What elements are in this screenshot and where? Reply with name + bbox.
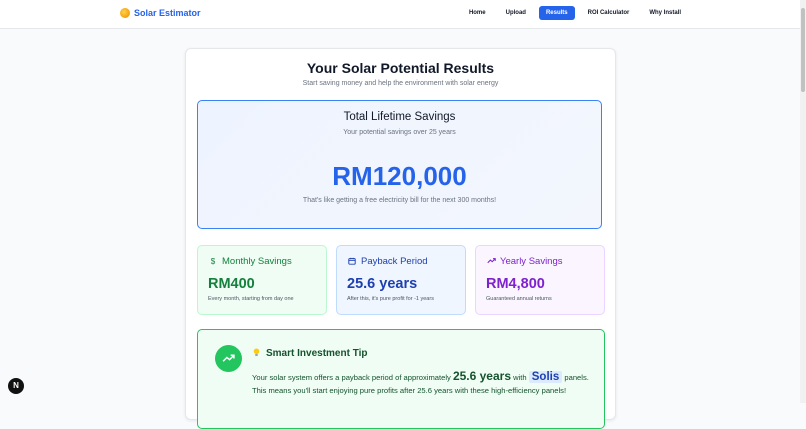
tip-text-part: Your solar system offers a payback perio… — [252, 373, 451, 382]
nav-roi-calculator[interactable]: ROI Calculator — [581, 6, 637, 20]
results-card: Your Solar Potential Results Start savin… — [185, 48, 616, 429]
dollar-icon: $ — [210, 257, 216, 266]
stat-header: $ Monthly Savings — [208, 256, 292, 267]
stat-title: Yearly Savings — [500, 256, 563, 267]
tip-payback-highlight: 25.6 years — [452, 369, 511, 383]
lifetime-title: Total Lifetime Savings — [343, 111, 456, 123]
stat-note: Guaranteed annual returns — [486, 296, 552, 302]
page-subtitle: Start saving money and help the environm… — [302, 80, 499, 87]
tip-text-part: with — [513, 373, 527, 382]
tip-text: Your solar system offers a payback perio… — [252, 370, 592, 397]
tip-brand-highlight: Solis — [528, 371, 563, 383]
lightbulb-icon — [253, 348, 260, 359]
stat-title: Monthly Savings — [222, 256, 292, 267]
lifetime-amount: RM120,000 — [332, 161, 467, 191]
investment-tip-panel: Smart Investment Tip Your solar system o… — [197, 329, 605, 429]
stat-header: Payback Period — [347, 256, 428, 267]
stat-value: RM4,800 — [486, 276, 545, 292]
stat-title: Payback Period — [361, 256, 428, 267]
dev-tools-badge[interactable]: N — [8, 378, 24, 394]
calendar-icon — [347, 257, 357, 267]
page-title: Your Solar Potential Results — [306, 60, 495, 76]
stat-value: RM400 — [208, 276, 255, 292]
tip-header: Smart Investment Tip — [253, 348, 368, 359]
scrollbar-thumb[interactable] — [801, 8, 805, 92]
yearly-savings-card: Yearly Savings RM4,800 Guaranteed annual… — [475, 245, 605, 315]
lifetime-subtitle: Your potential savings over 25 years — [343, 129, 456, 136]
trending-up-icon — [215, 345, 242, 372]
nav-why-install[interactable]: Why Install — [642, 6, 688, 20]
nav-upload[interactable]: Upload — [499, 6, 533, 20]
stat-note: Every month, starting from day one — [208, 296, 294, 302]
monthly-savings-card: $ Monthly Savings RM400 Every month, sta… — [197, 245, 327, 315]
nav-links: Home Upload Results ROI Calculator Why I… — [456, 6, 688, 20]
top-navbar: Solar Estimator Home Upload Results ROI … — [0, 0, 800, 29]
tip-title: Smart Investment Tip — [266, 348, 368, 359]
lifetime-savings-panel: Total Lifetime Savings Your potential sa… — [197, 100, 602, 229]
stat-value: 25.6 years — [347, 276, 418, 292]
brand-logo[interactable]: Solar Estimator — [120, 8, 201, 18]
stat-header: Yearly Savings — [486, 256, 563, 267]
stat-note: After this, it's pure profit for -1 year… — [347, 296, 434, 302]
sun-icon — [120, 8, 130, 18]
payback-period-card: Payback Period 25.6 years After this, it… — [336, 245, 466, 315]
nav-results[interactable]: Results — [538, 6, 575, 20]
nav-home[interactable]: Home — [462, 6, 493, 20]
brand-name: Solar Estimator — [134, 8, 201, 18]
page-scrollbar[interactable] — [800, 0, 806, 403]
trend-up-icon — [486, 257, 496, 266]
lifetime-note: That's like getting a free electricity b… — [302, 197, 497, 204]
